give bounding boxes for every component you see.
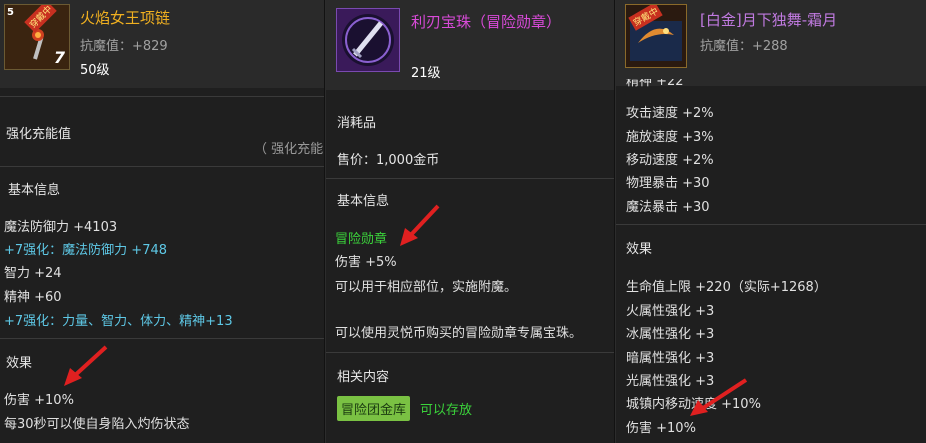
item-title: [白金]月下独舞-霜月 [700,11,838,29]
stat-line: +7强化：力量、智力、体力、精神+13 [4,314,233,329]
effect-line: 暗属性强化 +3 [626,351,715,366]
tooltip-panel-title: 穿戴中 [白金]月下独舞-霜月 抗魔值：+288 精神 +22 攻击速度 +2%… [615,0,926,443]
title-item-icon: 穿戴中 [625,4,687,68]
divider [326,178,614,179]
item-title: 利刃宝珠（冒险勋章） [411,13,562,31]
item-title: 火焰女王项链 [80,9,171,27]
related-title: 相关内容 [337,370,390,385]
stat-line-cut: 精神 +22 [626,79,684,88]
stat-line: 智力 +24 [4,266,62,281]
guild-storage-badge: 冒险团金库 [337,396,411,421]
item-type: 消耗品 [337,116,377,131]
item-level: 50级 [80,63,110,78]
effect-line: 伤害 +10% [626,421,696,436]
damage-stat: 伤害 +5% [335,255,397,270]
item-level: 21级 [411,66,441,81]
divider [0,166,324,167]
stat-line: 攻击速度 +2% [626,106,714,121]
tooltip-header: 5 穿戴中 7 火焰女王项链 抗魔值：+829 50级 [0,0,324,88]
enhance-value: （ 强化充能 [254,142,324,157]
divider [0,96,324,97]
basic-info-title: 基本信息 [8,183,61,198]
magic-resistance: 抗魔值：+829 [80,39,168,54]
orb-item-icon [336,8,400,72]
necklace-item-icon: 5 穿戴中 7 [4,4,70,70]
effect-line: 每30秒可以使自身陷入灼伤状态 [4,417,190,432]
sword-orb-icon [337,9,399,71]
effect-line: 火属性强化 +3 [626,304,715,319]
divider [326,352,614,353]
divider [616,224,926,225]
effect-line: 光属性强化 +3 [626,374,715,389]
magic-resistance: 抗魔值：+288 [700,39,788,54]
icon-stack-top: 5 [7,7,14,18]
description: 可以用于相应部位，实施附魔。 [335,280,518,295]
effect-title: 效果 [6,356,33,371]
storable-label: 可以存放 [420,403,473,418]
effect-line: 城镇内移动速度 +10% [626,397,761,412]
stat-line: +7强化：魔法防御力 +748 [4,243,168,258]
tooltip-panel-orb: 利刃宝珠（冒险勋章） 21级 消耗品 售价：1,000金币 基本信息 冒险勋章 … [325,0,614,443]
description: 可以使用灵悦币购买的冒险勋章专属宝珠。 [335,326,583,341]
stat-line: 精神 +60 [4,290,62,305]
enhance-title: 强化充能值 [6,127,72,142]
effect-line: 冰属性强化 +3 [626,327,715,342]
stat-line: 魔法暴击 +30 [626,200,710,215]
stat-line: 施放速度 +3% [626,130,714,145]
effect-line: 伤害 +10% [4,393,74,408]
reinforce-level: 7 [53,48,65,67]
stat-line: 魔法防御力 +4103 [4,220,118,235]
effect-title: 效果 [626,242,653,257]
tooltip-header: 穿戴中 [白金]月下独舞-霜月 抗魔值：+288 [616,0,926,86]
stat-line: 物理暴击 +30 [626,176,710,191]
tooltip-panel-necklace: 5 穿戴中 7 火焰女王项链 抗魔值：+829 50级 强化充能值 （ 强化充能… [0,0,324,443]
stat-line: 移动速度 +2% [626,153,714,168]
basic-info-title: 基本信息 [337,194,390,209]
sell-price: 售价：1,000金币 [337,153,440,168]
divider [0,338,324,339]
medal-label: 冒险勋章 [335,232,388,247]
effect-line: 生命值上限 +220（实际+1268） [626,280,827,295]
tooltip-header: 利刃宝珠（冒险勋章） 21级 [326,0,614,90]
